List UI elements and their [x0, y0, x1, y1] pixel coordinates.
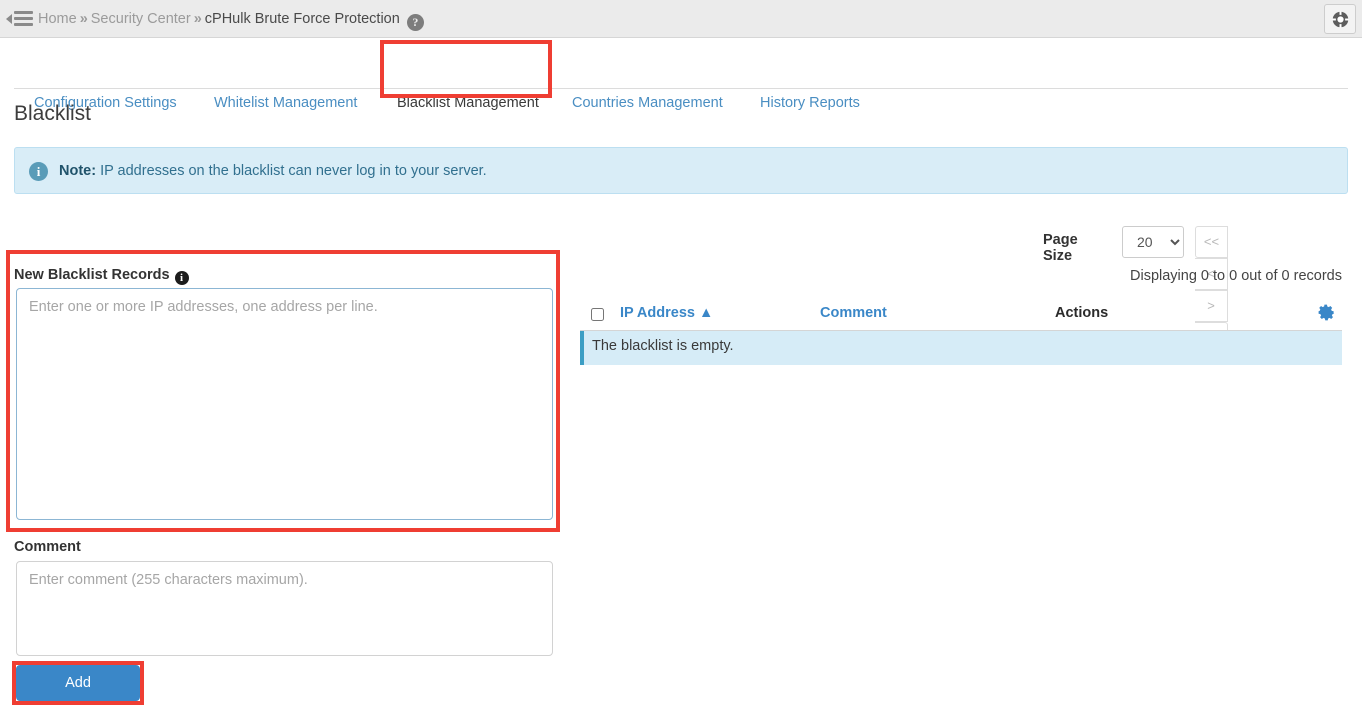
- note-banner-text: Note: IP addresses on the blacklist can …: [59, 161, 487, 181]
- select-all-checkbox[interactable]: [591, 308, 604, 321]
- hamburger-collapse-icon[interactable]: [6, 9, 34, 29]
- new-blacklist-records-input[interactable]: [16, 288, 553, 520]
- column-header-ip-address-label: IP Address: [620, 305, 695, 321]
- lifesaver-support-icon[interactable]: [1324, 4, 1356, 34]
- left-arrow-icon: [6, 14, 12, 24]
- table-empty-row: The blacklist is empty.: [580, 331, 1342, 365]
- tab-strip-divider: [14, 88, 1348, 89]
- table-empty-message: The blacklist is empty.: [592, 338, 734, 354]
- top-bar: Home» Security Center» cPHulk Brute Force …: [0, 0, 1362, 38]
- column-header-actions: Actions: [1055, 305, 1109, 321]
- breadcrumb-current-page: cPHulk Brute Force Protection: [204, 11, 400, 27]
- page-title: Blacklist: [14, 102, 92, 125]
- tab-whitelist-management[interactable]: Whitelist Management: [202, 89, 369, 117]
- page-size-label: Page Size: [1043, 232, 1078, 264]
- sort-ascending-icon: ▲: [698, 305, 714, 321]
- select-all-checkbox-cell[interactable]: [591, 304, 604, 330]
- comment-input[interactable]: [16, 561, 553, 656]
- breadcrumb-security-center[interactable]: Security Center: [91, 11, 191, 27]
- page-size-select[interactable]: 20: [1122, 226, 1184, 258]
- records-count-status: Displaying 0 to 0 out of 0 records: [1130, 268, 1342, 284]
- new-blacklist-records-label: New Blacklist Records i: [14, 267, 189, 285]
- info-circle-icon-records[interactable]: i: [174, 271, 189, 285]
- note-body: IP addresses on the blacklist can never …: [96, 163, 487, 179]
- lifesaver-glyph: [1332, 11, 1349, 28]
- comment-label: Comment: [14, 539, 81, 555]
- column-header-comment[interactable]: Comment: [820, 300, 887, 326]
- breadcrumb-home[interactable]: Home: [38, 11, 77, 27]
- add-button[interactable]: Add: [16, 665, 140, 701]
- gear-icon[interactable]: [1317, 303, 1336, 322]
- tab-history-reports[interactable]: History Reports: [748, 89, 872, 117]
- tab-blacklist-management[interactable]: Blacklist Management: [385, 89, 551, 117]
- breadcrumb: Home» Security Center» cPHulk Brute Force …: [38, 9, 424, 31]
- new-blacklist-records-label-text: New Blacklist Records: [14, 267, 170, 283]
- breadcrumb-separator-2: »: [193, 11, 202, 27]
- breadcrumb-separator: »: [79, 11, 88, 27]
- tab-strip: Configuration Settings Whitelist Managem…: [0, 39, 1362, 117]
- info-circle-icon: i: [29, 162, 48, 181]
- note-label: Note:: [59, 163, 97, 179]
- blacklist-table: IP Address ▲ Comment Actions The blackli…: [580, 300, 1342, 365]
- note-banner: i Note: IP addresses on the blacklist ca…: [14, 147, 1348, 194]
- table-header-row: IP Address ▲ Comment Actions: [580, 300, 1342, 331]
- question-mark-icon[interactable]: ?: [406, 14, 424, 31]
- column-header-ip-address[interactable]: IP Address ▲: [620, 300, 713, 326]
- tab-countries-management[interactable]: Countries Management: [560, 89, 735, 117]
- pager-first-button[interactable]: <<: [1195, 226, 1228, 258]
